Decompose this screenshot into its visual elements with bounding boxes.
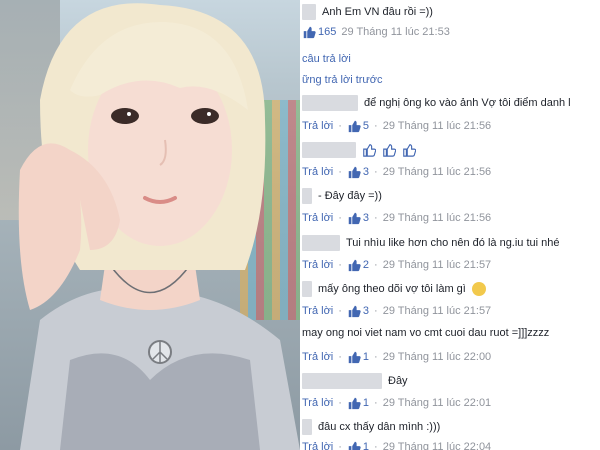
comment-text: - Đây đây =))	[318, 190, 382, 202]
comment-text: may ong noi viet nam vo cmt cuoi dau ruo…	[302, 327, 550, 339]
comment-text: Anh Em VN đâu rồi =))	[322, 6, 433, 18]
comment-text: mấy ông theo dõi vợ tôi làm gì	[318, 283, 466, 295]
comment-time[interactable]: 29 Tháng 11 lúc 21:57	[383, 305, 491, 317]
blurred-name	[302, 4, 316, 20]
comment-time[interactable]: 29 Tháng 11 lúc 21:56	[383, 212, 491, 224]
smiley-emoji-icon	[471, 282, 486, 296]
blurred-name	[302, 95, 358, 111]
like-icon	[303, 26, 316, 39]
comment-meta: Trả lời · 1 · 29 Tháng 11 lúc 22:01	[302, 396, 492, 410]
comment-meta: Trả lời · 3 · 29 Tháng 11 lúc 21:56	[302, 211, 492, 225]
profile-photo	[0, 0, 300, 450]
comment-time[interactable]: 29 Tháng 11 lúc 21:57	[383, 259, 491, 271]
like-count[interactable]: 5	[347, 119, 369, 133]
comment: đâu cx thấy dân mình :)))	[302, 419, 600, 435]
comment-meta: 165 29 Tháng 11 lúc 21:53	[302, 25, 600, 39]
comment-time[interactable]: 29 Tháng 11 lúc 22:04	[383, 441, 491, 450]
comment-time[interactable]: 29 Tháng 11 lúc 21:56	[383, 120, 491, 132]
like-count[interactable]: 3	[347, 165, 369, 179]
blurred-name	[302, 142, 356, 158]
comment-text: Tui nhìu like hơn cho nên đó là ng.iu tu…	[346, 237, 560, 249]
comment: Anh Em VN đâu rồi =))	[302, 4, 600, 20]
comment	[302, 142, 600, 158]
comment-text: để nghị ông ko vào ảnh Vợ tôi điểm danh …	[364, 97, 571, 109]
comment-meta: Trả lời · 3 · 29 Tháng 11 lúc 21:57	[302, 304, 492, 318]
like-icon	[348, 120, 361, 133]
blurred-name	[302, 281, 312, 297]
previous-replies-row: ững trả lời trước	[302, 74, 600, 86]
comment-text: Đây	[388, 375, 408, 387]
comment-time[interactable]: 29 Tháng 11 lúc 21:53	[341, 26, 449, 38]
like-icon	[348, 397, 361, 410]
comment-time[interactable]: 29 Tháng 11 lúc 21:56	[383, 166, 491, 178]
blurred-name	[302, 188, 312, 204]
blurred-name	[302, 419, 312, 435]
comment-text: đâu cx thấy dân mình :)))	[318, 421, 441, 433]
like-icon	[348, 212, 361, 225]
reply-link[interactable]: Trả lời	[302, 441, 333, 450]
portrait-illustration	[18, 3, 300, 450]
like-icon	[348, 351, 361, 364]
like-icon	[348, 441, 361, 450]
reply-link[interactable]: Trả lời	[302, 259, 333, 271]
replies-link-row: câu trả lời	[302, 53, 600, 65]
reply-link[interactable]: Trả lời	[302, 351, 333, 363]
thumb-emoji-icon	[363, 144, 376, 157]
like-count[interactable]: 1	[347, 440, 369, 450]
like-icon	[348, 305, 361, 318]
comment-meta: Trả lời · 1 · 29 Tháng 11 lúc 22:00	[302, 350, 492, 364]
comment-meta: Trả lời · 5 · 29 Tháng 11 lúc 21:56	[302, 119, 492, 133]
replies-link[interactable]: câu trả lời	[302, 53, 351, 65]
comment: Tui nhìu like hơn cho nên đó là ng.iu tu…	[302, 235, 600, 251]
like-count[interactable]: 1	[347, 350, 369, 364]
reply-link[interactable]: Trả lời	[302, 397, 333, 409]
thumb-emoji-icon	[383, 144, 396, 157]
comment-thread: Anh Em VN đâu rồi =)) 165 29 Tháng 11 lú…	[302, 0, 600, 450]
thumb-emoji-icon	[403, 144, 416, 157]
blurred-name	[302, 373, 382, 389]
reply-link[interactable]: Trả lời	[302, 120, 333, 132]
reply-link[interactable]: Trả lời	[302, 166, 333, 178]
like-count[interactable]: 1	[347, 396, 369, 410]
comment-time[interactable]: 29 Tháng 11 lúc 22:00	[383, 351, 491, 363]
comment: - Đây đây =))	[302, 188, 600, 204]
comment: Đây	[302, 373, 600, 389]
comment-time[interactable]: 29 Tháng 11 lúc 22:01	[383, 397, 491, 409]
comment-meta: Trả lời · 2 · 29 Tháng 11 lúc 21:57	[302, 258, 492, 272]
comment: may ong noi viet nam vo cmt cuoi dau ruo…	[302, 327, 600, 339]
reply-link[interactable]: Trả lời	[302, 212, 333, 224]
like-count[interactable]: 2	[347, 258, 369, 272]
like-icon	[348, 166, 361, 179]
like-count[interactable]: 165	[302, 25, 336, 39]
comment-meta: Trả lời · 1 · 29 Tháng 11 lúc 22:04	[302, 440, 600, 450]
blurred-name	[302, 235, 340, 251]
comment: để nghị ông ko vào ảnh Vợ tôi điểm danh …	[302, 95, 600, 111]
previous-replies-link[interactable]: ững trả lời trước	[302, 74, 383, 86]
like-count[interactable]: 3	[347, 211, 369, 225]
reply-link[interactable]: Trả lời	[302, 305, 333, 317]
comment-meta: Trả lời · 3 · 29 Tháng 11 lúc 21:56	[302, 165, 492, 179]
like-icon	[348, 259, 361, 272]
like-count[interactable]: 3	[347, 304, 369, 318]
comment: mấy ông theo dõi vợ tôi làm gì	[302, 281, 600, 297]
